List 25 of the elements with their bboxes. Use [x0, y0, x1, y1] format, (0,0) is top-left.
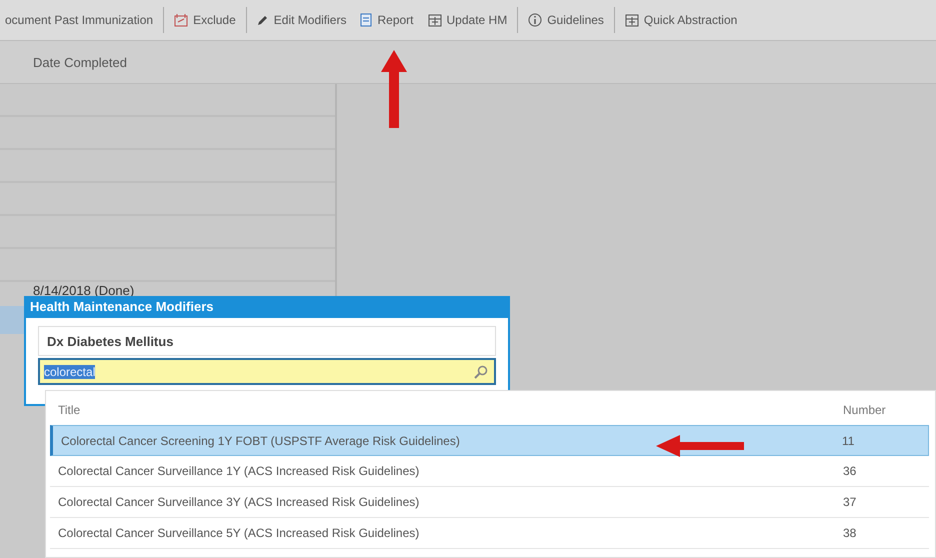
document-icon — [360, 13, 372, 27]
info-icon — [528, 13, 542, 27]
calendar-icon — [174, 13, 188, 27]
toolbar-button[interactable]: ocument Past Immunization — [0, 7, 160, 33]
dialog-title: Health Maintenance Modifiers — [26, 298, 508, 318]
search-field[interactable]: colorectal — [38, 358, 496, 385]
column-header: Date Completed — [33, 54, 127, 70]
column-header: Title — [57, 403, 82, 417]
toolbar-button[interactable]: Edit Modifiers — [250, 7, 354, 33]
result-row[interactable]: Colorectal Cancer Screening 1Y FOBT (USPSTF Average Risk Guidelines) 11 — [50, 425, 929, 456]
box-icon — [624, 13, 639, 27]
result-row[interactable]: Colorectal Cancer Surveillance 3Y (ACS Increased Risk Guidelines) 37 — [50, 487, 929, 518]
result-row[interactable]: Colorectal Cancer Surveillance 5Y (ACS Increased Risk Guidelines) 38 — [50, 518, 929, 549]
result-row[interactable]: Colorectal Cancer Surveillance 1Y (ACS Increased Risk Guidelines) 36 — [50, 456, 929, 487]
box-icon — [428, 13, 442, 27]
table-cell: 8/14/2018 (Done) — [33, 283, 134, 298]
toolbar-button[interactable]: Report — [353, 7, 421, 33]
toolbar-button[interactable]: Quick Abstraction — [618, 7, 744, 33]
search-icon — [474, 364, 488, 378]
toolbar-button[interactable]: Exclude — [167, 7, 243, 33]
condition-label: Dx Diabetes Mellitus — [38, 326, 496, 356]
toolbar-button[interactable]: Update HM — [420, 7, 514, 33]
toolbar-button[interactable]: Guidelines — [521, 7, 611, 33]
column-header: Number — [843, 403, 887, 417]
pencil-icon — [256, 14, 269, 26]
